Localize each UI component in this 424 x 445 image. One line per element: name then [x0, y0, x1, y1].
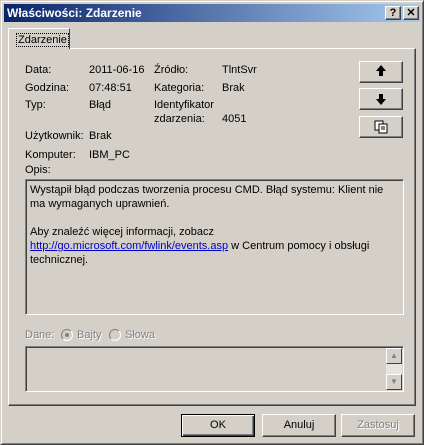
- source-label: Źródło:: [154, 64, 189, 76]
- date-value: 2011-06-16: [89, 64, 145, 76]
- arrow-down-icon: [376, 94, 386, 105]
- category-label: Kategoria:: [154, 82, 205, 94]
- next-event-button[interactable]: [359, 88, 403, 110]
- description-link-line: http://go.microsoft.com/fwlink/events.as…: [30, 239, 399, 267]
- time-label: Godzina:: [25, 82, 70, 94]
- description-box[interactable]: Wystąpił błąd podczas tworzenia procesu …: [25, 179, 404, 315]
- copy-icon: [374, 120, 388, 134]
- tab-zdarzenie[interactable]: Zdarzenie: [8, 28, 70, 49]
- arrow-up-icon: [376, 65, 386, 76]
- date-label: Data:: [25, 64, 52, 76]
- description-label: Opis:: [25, 164, 51, 176]
- time-value: 07:48:51: [89, 82, 132, 94]
- event-id-label-line1: Identyfikator: [154, 99, 214, 111]
- user-label: Użytkownik:: [25, 130, 84, 142]
- computer-label: Komputer:: [25, 149, 76, 161]
- bytes-label: Bajty: [77, 329, 102, 341]
- tab-label: Zdarzenie: [16, 33, 69, 47]
- bytes-radio[interactable]: [61, 329, 73, 341]
- user-value: Brak: [89, 130, 112, 142]
- close-button[interactable]: ✕: [403, 6, 419, 20]
- type-value: Błąd: [89, 99, 112, 111]
- category-value: Brak: [222, 82, 245, 94]
- apply-button[interactable]: Zastosuj: [341, 414, 415, 437]
- event-id-label-line2: zdarzenia:: [154, 113, 205, 125]
- copy-button[interactable]: [359, 116, 403, 138]
- title-bar[interactable]: Właściwości: Zdarzenie ? ✕: [4, 4, 420, 22]
- words-radio[interactable]: [109, 329, 121, 341]
- cancel-button[interactable]: Anuluj: [262, 414, 336, 437]
- source-value: TlntSvr: [222, 64, 257, 76]
- data-scrollbar[interactable]: ▲ ▼: [386, 348, 402, 390]
- help-link[interactable]: http://go.microsoft.com/fwlink/events.as…: [30, 240, 228, 252]
- previous-event-button[interactable]: [359, 61, 403, 83]
- event-id-value: 4051: [222, 113, 247, 125]
- window-title: Właściwości: Zdarzenie: [7, 6, 142, 20]
- data-label: Dane:: [25, 329, 55, 341]
- more-info-text: Aby znaleźć więcej informacji, zobacz: [30, 226, 215, 238]
- help-button[interactable]: ?: [385, 6, 401, 20]
- description-text: Wystąpił błąd podczas tworzenia procesu …: [30, 184, 384, 210]
- words-label: Słowa: [125, 329, 155, 341]
- computer-value: IBM_PC: [89, 149, 130, 161]
- type-label: Typ:: [25, 99, 46, 111]
- scroll-down-button[interactable]: ▼: [386, 374, 402, 390]
- ok-button[interactable]: OK: [181, 414, 255, 437]
- properties-dialog: Właściwości: Zdarzenie ? ✕ Zdarzenie Dat…: [0, 0, 424, 445]
- scroll-up-button[interactable]: ▲: [386, 348, 402, 364]
- data-box[interactable]: ▲ ▼: [25, 346, 404, 392]
